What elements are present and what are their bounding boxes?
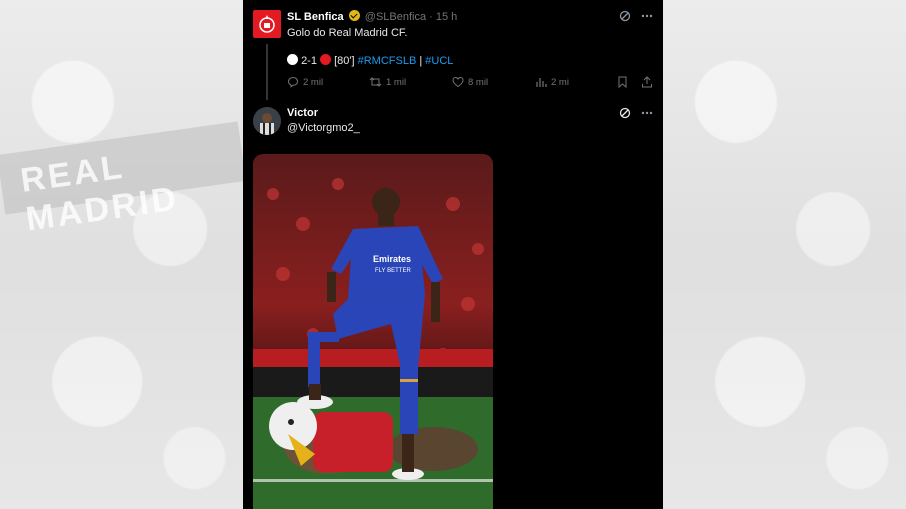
retweet-count: 1 mil [386, 76, 407, 88]
tweet-panel: SL Benfica @SLBenfica · 15 h Golo do Rea… [243, 0, 663, 509]
views-count: 2 mi [551, 76, 569, 88]
benfica-crest-icon [259, 15, 275, 33]
reply-button[interactable]: 2 mil [287, 76, 323, 88]
separator: | [419, 55, 423, 67]
tweet-benfica[interactable]: SL Benfica @SLBenfica · 15 h Golo do Rea… [253, 10, 653, 100]
like-button[interactable]: 8 mil [452, 76, 488, 88]
share-button[interactable] [641, 76, 653, 88]
score: 2-1 [301, 55, 317, 67]
victor-avatar[interactable] [253, 107, 281, 135]
reply-icon [287, 76, 299, 88]
bookmark-button[interactable] [617, 76, 628, 88]
like-count: 8 mil [468, 76, 489, 88]
avatar-photo [253, 107, 281, 135]
verified-badge-icon [348, 10, 360, 21]
tweet-actions: 2 mil 1 mil 8 mil 2 mi [287, 76, 663, 90]
author-name[interactable]: SL Benfica [287, 11, 344, 23]
background-crowd-left: REAL MADRID [0, 0, 243, 509]
author-name[interactable]: Victor [287, 107, 318, 119]
heart-icon [452, 76, 464, 88]
shirt-sponsor: Emirates [373, 254, 411, 264]
views-icon [535, 76, 547, 88]
views-button[interactable]: 2 mi [535, 76, 569, 88]
retweet-button[interactable]: 1 mil [369, 76, 406, 88]
tweet-top-icons [619, 10, 653, 22]
tweet-score-line: 2-1 [80'] #RMCFSLB | #UCL [287, 54, 453, 67]
tweet-header: SL Benfica @SLBenfica · 15 h [287, 10, 458, 23]
benfica-circle-icon [320, 54, 332, 65]
thread-line [266, 44, 268, 100]
tweet2-header: Victor [287, 107, 318, 119]
reply-count: 2 mil [303, 76, 324, 88]
share-icon [641, 76, 653, 88]
tweet-media-image[interactable]: Emirates FLY BETTER [253, 154, 493, 509]
author-handle[interactable]: @SLBenfica [365, 11, 426, 23]
tweet-text: Golo do Real Madrid CF. [287, 27, 408, 39]
retweet-icon [369, 76, 382, 88]
tweet2-top-icons [619, 107, 653, 119]
match-minute: [80'] [334, 55, 355, 67]
more-icon[interactable] [641, 111, 653, 115]
benfica-avatar[interactable] [253, 10, 281, 38]
author-handle[interactable]: @Victorgmo2_ [287, 122, 360, 134]
bookmark-icon [617, 76, 628, 88]
hashtag-rmcfslb[interactable]: #RMCFSLB [358, 55, 417, 67]
hashtag-ucl[interactable]: #UCL [425, 55, 453, 67]
tweet-time[interactable]: 15 h [436, 11, 457, 23]
background-crowd-right [663, 0, 906, 509]
more-icon[interactable] [641, 14, 653, 18]
shirt-sponsor-tagline: FLY BETTER [375, 268, 411, 274]
real-madrid-circle-icon [287, 54, 298, 65]
grok-icon[interactable] [619, 107, 631, 119]
grok-icon[interactable] [619, 10, 631, 22]
football-photo: Emirates FLY BETTER [253, 154, 493, 509]
